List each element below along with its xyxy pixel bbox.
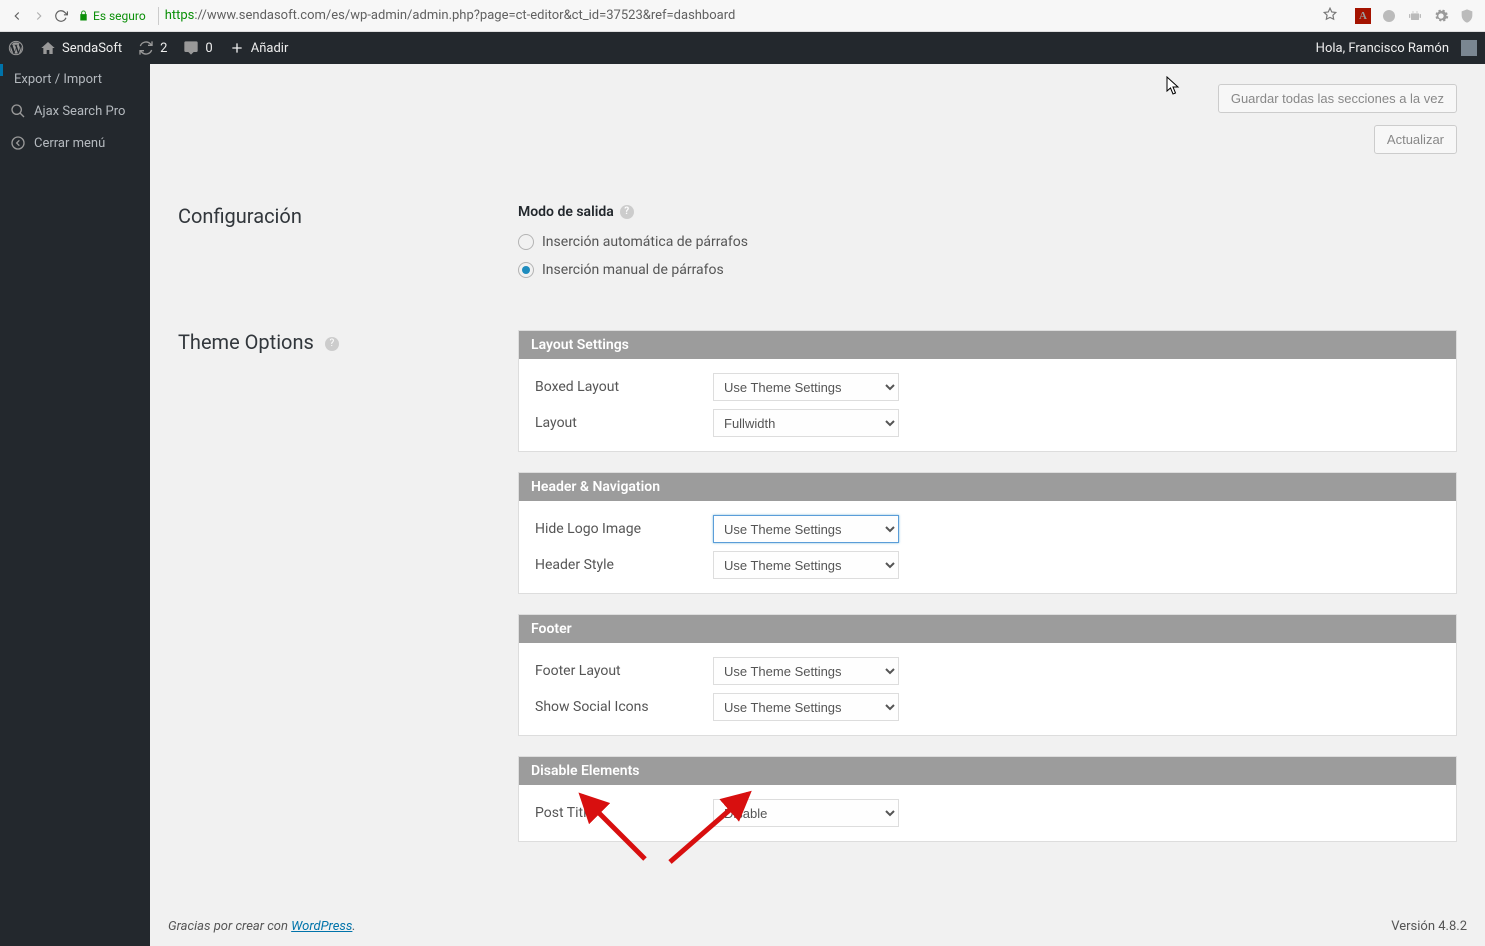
radio-icon (518, 262, 534, 278)
radio-icon (518, 234, 534, 250)
settings-panel: FooterFooter LayoutUse Theme SettingsSho… (518, 614, 1457, 736)
user-greeting[interactable]: Hola, Francisco Ramón (1308, 32, 1485, 64)
panel-header: Footer (519, 615, 1456, 643)
form-row: Show Social IconsUse Theme Settings (523, 689, 1452, 725)
wp-logo-menu[interactable] (0, 32, 32, 64)
avatar (1461, 40, 1477, 56)
panel-header: Header & Navigation (519, 473, 1456, 501)
gear-ext-icon[interactable] (1433, 8, 1449, 24)
back-button[interactable] (6, 5, 28, 27)
radio-label: Inserción manual de párrafos (542, 262, 724, 278)
form-select[interactable]: Use Theme Settings (713, 693, 899, 721)
shield-ext-icon[interactable] (1459, 8, 1475, 24)
wp-version: Versión 4.8.2 (1391, 919, 1467, 934)
form-row: LayoutFullwidth (523, 405, 1452, 441)
add-new-label: Añadir (251, 41, 289, 56)
ext-icon-2[interactable] (1381, 8, 1397, 24)
output-mode-heading: Modo de salida ? (518, 204, 1457, 220)
sidebar-item-label: Ajax Search Pro (34, 104, 125, 119)
config-title: Configuración (178, 204, 518, 228)
adobe-ext-icon[interactable]: A (1355, 8, 1371, 24)
comment-icon (183, 40, 199, 56)
admin-sidebar: Export / Import Ajax Search Pro Cerrar m… (0, 64, 150, 946)
wordpress-icon (8, 40, 24, 56)
main-content: Guardar todas las secciones a la vez Act… (150, 64, 1485, 946)
wordpress-link[interactable]: WordPress (291, 919, 352, 934)
secure-text: Es seguro (93, 9, 146, 23)
form-row: Header StyleUse Theme Settings (523, 547, 1452, 583)
radio-auto-paragraphs[interactable]: Inserción automática de párrafos (518, 234, 1457, 250)
updates-link[interactable]: 2 (130, 32, 175, 64)
comments-link[interactable]: 0 (175, 32, 220, 64)
form-select[interactable]: Fullwidth (713, 409, 899, 437)
form-select[interactable]: Use Theme Settings (713, 515, 899, 543)
url-text: https://www.sendasoft.com/es/wp-admin/ad… (165, 8, 736, 23)
addr-divider (158, 7, 159, 25)
radio-label: Inserción automática de párrafos (542, 234, 748, 250)
admin-footer: Gracias por crear con WordPress. Versión… (150, 907, 1485, 946)
form-label: Header Style (523, 557, 713, 573)
form-select[interactable]: Use Theme Settings (713, 551, 899, 579)
address-bar[interactable]: Es seguro https://www.sendasoft.com/es/w… (78, 7, 1323, 25)
home-icon (40, 40, 56, 56)
search-icon (10, 103, 26, 119)
form-row: Hide Logo ImageUse Theme Settings (523, 511, 1452, 547)
form-row: Footer LayoutUse Theme Settings (523, 653, 1452, 689)
form-select[interactable]: Use Theme Settings (713, 373, 899, 401)
updates-icon (138, 40, 154, 56)
forward-button[interactable] (28, 5, 50, 27)
save-all-button[interactable]: Guardar todas las secciones a la vez (1218, 84, 1457, 113)
site-name-link[interactable]: SendaSoft (32, 32, 130, 64)
help-icon[interactable]: ? (620, 205, 634, 219)
settings-panel: Header & Navigation Hide Logo ImageUse Th… (518, 472, 1457, 594)
panel-header: Layout Settings (519, 331, 1456, 359)
android-ext-icon[interactable] (1407, 8, 1423, 24)
form-label: Footer Layout (523, 663, 713, 679)
extension-icons: A (1355, 8, 1475, 24)
update-button[interactable]: Actualizar (1374, 125, 1457, 154)
form-label: Hide Logo Image (523, 521, 713, 537)
plus-icon (229, 40, 245, 56)
form-label: Boxed Layout (523, 379, 713, 395)
form-label: Layout (523, 415, 713, 431)
wp-admin-bar: SendaSoft 2 0 Añadir Hola, Francisco Ram… (0, 32, 1485, 64)
comments-count: 0 (205, 41, 212, 56)
settings-panel: Disable Elements Post TitleDisable (518, 756, 1457, 842)
sidebar-item-export-import[interactable]: Export / Import (0, 64, 150, 95)
form-label: Show Social Icons (523, 699, 713, 715)
add-new-link[interactable]: Añadir (221, 32, 297, 64)
form-row: Boxed LayoutUse Theme Settings (523, 369, 1452, 405)
sidebar-item-collapse[interactable]: Cerrar menú (0, 127, 150, 159)
footer-thanks: Gracias por crear con (168, 919, 291, 934)
form-select[interactable]: Disable (713, 799, 899, 827)
sidebar-item-label: Export / Import (14, 72, 102, 87)
updates-count: 2 (160, 41, 167, 56)
secure-badge: Es seguro (78, 9, 146, 23)
theme-options-title: Theme Options ? (178, 330, 518, 354)
form-select[interactable]: Use Theme Settings (713, 657, 899, 685)
sidebar-item-label: Cerrar menú (34, 136, 105, 151)
form-row: Post TitleDisable (523, 795, 1452, 831)
collapse-icon (10, 135, 26, 151)
lock-icon (78, 10, 89, 21)
help-icon[interactable]: ? (325, 337, 339, 351)
reload-button[interactable] (50, 5, 72, 27)
browser-chrome: Es seguro https://www.sendasoft.com/es/w… (0, 0, 1485, 32)
form-label: Post Title (523, 805, 713, 821)
sidebar-item-ajax-search[interactable]: Ajax Search Pro (0, 95, 150, 127)
site-name-text: SendaSoft (62, 41, 122, 56)
panel-header: Disable Elements (519, 757, 1456, 785)
greeting-text: Hola, Francisco Ramón (1316, 41, 1449, 56)
settings-panel: Layout Settings Boxed LayoutUse Theme Set… (518, 330, 1457, 452)
radio-manual-paragraphs[interactable]: Inserción manual de párrafos (518, 262, 1457, 278)
bookmark-star-icon[interactable] (1323, 7, 1337, 25)
